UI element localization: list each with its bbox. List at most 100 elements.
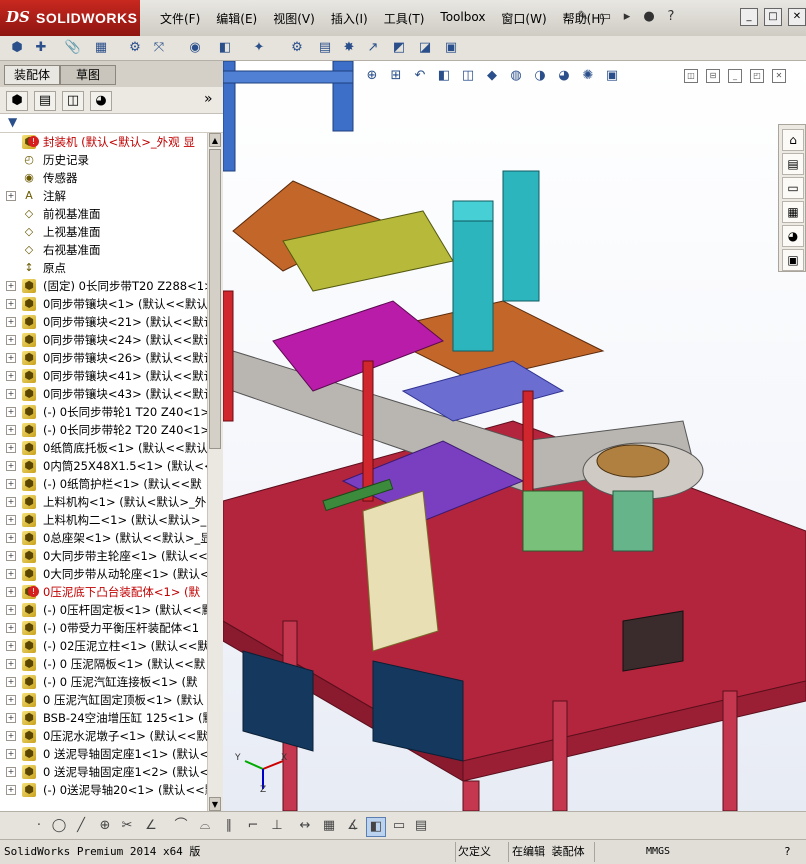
tree-item[interactable]: + ⬢ 0大同步带主轮座<1> (默认<<默 (0, 547, 207, 565)
tree-item[interactable]: ◇ 上视基准面 (0, 223, 207, 241)
reference-geometry-icon[interactable]: ✦ (250, 39, 268, 57)
expand-toggle-icon[interactable]: + (6, 335, 16, 345)
rebuild-icon[interactable]: ● (640, 8, 658, 26)
design-library-icon[interactable]: ▤ (782, 153, 804, 175)
menu-edit[interactable]: 编辑(E) (208, 10, 265, 27)
expand-toggle-icon[interactable]: + (6, 569, 16, 579)
menu-window[interactable]: 窗口(W) (493, 10, 554, 27)
tree-item[interactable]: + ⬢ 0内筒25X48X1.5<1> (默认<<默 (0, 457, 207, 475)
menu-toolbox[interactable]: Toolbox (432, 10, 493, 27)
unit-system[interactable]: MMGS (646, 843, 670, 861)
tree-item[interactable]: ◴ 历史记录 (0, 151, 207, 169)
menu-view[interactable]: 视图(V) (265, 10, 323, 27)
insert-component-icon[interactable]: ✚ (32, 39, 50, 57)
expand-toggle-icon[interactable]: + (6, 371, 16, 381)
clearance-verification-icon[interactable]: ◪ (416, 39, 434, 57)
expand-toggle-icon[interactable]: + (6, 317, 16, 327)
expand-toggle-icon[interactable]: + (6, 641, 16, 651)
tree-item[interactable]: + ⬢ 0同步带镶块<1> (默认<<默认> (0, 295, 207, 313)
expand-toggle-icon[interactable]: + (6, 515, 16, 525)
menu-insert[interactable]: 插入(I) (323, 10, 376, 27)
expand-toggle-icon[interactable]: + (6, 605, 16, 615)
scroll-down-icon[interactable]: ▼ (209, 797, 221, 811)
exploded-view-icon[interactable]: ✸ (340, 39, 358, 57)
view-palette-icon[interactable]: ▦ (782, 201, 804, 223)
scroll-up-icon[interactable]: ▲ (209, 133, 221, 147)
tree-item[interactable]: + ⬢ 0 送泥导轴固定座1<1> (默认< (0, 745, 207, 763)
expand-toggle-icon[interactable]: + (6, 659, 16, 669)
tree-item[interactable]: + ⬢ BSB-24空油增压缸 125<1> (默 (0, 709, 207, 727)
line-icon[interactable]: ╱ (72, 817, 90, 835)
layout-icon[interactable]: ▭ (390, 817, 408, 835)
file-explorer-icon[interactable]: ▭ (782, 177, 804, 199)
tree-item[interactable]: + ⬢ (-) 0长同步带轮1 T20 Z40<1> (0, 403, 207, 421)
table-icon[interactable]: ▤ (412, 817, 430, 835)
expand-toggle-icon[interactable]: + (6, 353, 16, 363)
tree-item[interactable]: + ⬢ 0同步带镶块<26> (默认<<默认 (0, 349, 207, 367)
bill-of-materials-icon[interactable]: ▤ (316, 39, 334, 57)
custom-properties-icon[interactable]: ▣ (782, 249, 804, 271)
tree-item[interactable]: + ⬢ 0同步带镶块<24> (默认<<默认 (0, 331, 207, 349)
tree-filter[interactable]: ▼ (0, 114, 223, 133)
arc-icon[interactable]: ⌒ (172, 817, 190, 835)
tangent-arc-icon[interactable]: ⌓ (196, 817, 214, 835)
tree-item[interactable]: + ⬢ 0 压泥汽缸固定顶板<1> (默认 (0, 691, 207, 709)
explode-line-sketch-icon[interactable]: ↗ (364, 39, 382, 57)
point-icon[interactable]: · (30, 817, 48, 835)
menu-file[interactable]: 文件(F) (152, 10, 208, 27)
configuration-manager-tab-icon[interactable]: ◫ (62, 91, 84, 111)
expand-toggle-icon[interactable]: + (6, 389, 16, 399)
circle-icon[interactable]: ◯ (50, 817, 68, 835)
property-manager-tab-icon[interactable]: ▤ (34, 91, 56, 111)
expand-toggle-icon[interactable]: + (6, 281, 16, 291)
tree-item[interactable]: + ⬢ 0同步带镶块<41> (默认<<默认 (0, 367, 207, 385)
trim-icon[interactable]: ✂ (118, 817, 136, 835)
feature-manager-tab-icon[interactable]: ⬢ (6, 91, 28, 111)
solidworks-logo[interactable]: DS SOLIDWORKS (0, 0, 140, 36)
scroll-thumb[interactable] (209, 149, 221, 449)
tree-item[interactable]: + ⬢ (-) 0 压泥汽缸连接板<1> (默 (0, 673, 207, 691)
tree-item[interactable]: + ⬢ 0同步带镶块<21> (默认<<默认 (0, 313, 207, 331)
minimize-icon[interactable]: _ (740, 8, 758, 26)
open-icon[interactable]: ▸ (618, 8, 636, 26)
tree-item[interactable]: + ⬢ 0总座架<1> (默认<<默认>_显示 (0, 529, 207, 547)
tree-item[interactable]: ⬢!封装机 (默认<默认>_外观 显 (0, 133, 207, 151)
expand-toggle-icon[interactable]: + (6, 587, 16, 597)
tree-item[interactable]: + ⬢ (-) 02压泥立柱<1> (默认<<默认 (0, 637, 207, 655)
tree-item[interactable]: + ⬢ 0纸筒底托板<1> (默认<<默认> (0, 439, 207, 457)
expand-toggle-icon[interactable]: + (6, 407, 16, 417)
mate-icon[interactable]: 📎 (64, 39, 82, 57)
tree-item[interactable]: + ⬢ 0同步带镶块<43> (默认<<默认 (0, 385, 207, 403)
expand-toggle-icon[interactable]: + (6, 767, 16, 777)
parallel-icon[interactable]: ∥ (220, 817, 238, 835)
expand-toggle-icon[interactable]: + (6, 443, 16, 453)
corner-icon[interactable]: ⌐ (244, 817, 262, 835)
tree-item[interactable]: + ⬢ 0 送泥导轴固定座1<2> (默认< (0, 763, 207, 781)
expand-toggle-icon[interactable]: + (6, 533, 16, 543)
tree-item[interactable]: ◇ 右视基准面 (0, 241, 207, 259)
menu-tools[interactable]: 工具(T) (376, 10, 433, 27)
tab-assembly[interactable]: 装配体 (4, 65, 60, 85)
tree-item[interactable]: +⬢!0压泥底下凸台装配体<1> (默 (0, 583, 207, 601)
circle-center-icon[interactable]: ⊕ (96, 817, 114, 835)
expand-toggle-icon[interactable]: + (6, 497, 16, 507)
new-motion-study-icon[interactable]: ⚙ (288, 39, 306, 57)
tab-sketch[interactable]: 草图 (60, 65, 116, 85)
show-hidden-icon[interactable]: ◉ (186, 39, 204, 57)
interference-detection-icon[interactable]: ◩ (390, 39, 408, 57)
expand-toggle-icon[interactable]: + (6, 695, 16, 705)
expand-toggle-icon[interactable]: + (6, 551, 16, 561)
tree-item[interactable]: ◉ 传感器 (0, 169, 207, 187)
graphics-area[interactable]: ⊕ ⊞ ↶ ◧ ◫ ◆ ◍ ◑ ◕ ✺ ▣ ◫ ⊟ _ ◰ ✕ ⌂ ▤ ▭ ▦ … (223, 61, 806, 811)
move-component-icon[interactable]: ⤧ (150, 39, 168, 57)
filter-icon[interactable]: ▼ (8, 115, 17, 129)
tree-item[interactable]: + ⬢ 0压泥水泥墩子<1> (默认<<默认 (0, 727, 207, 745)
perpendicular-icon[interactable]: ⊥ (268, 817, 286, 835)
expand-toggle-icon[interactable]: + (6, 785, 16, 795)
status-help-icon[interactable]: ? (784, 843, 791, 861)
appearances-icon[interactable]: ◕ (782, 225, 804, 247)
expand-toggle-icon[interactable]: + (6, 299, 16, 309)
expand-panel-icon[interactable]: » (204, 91, 213, 107)
expand-toggle-icon[interactable]: + (6, 191, 16, 201)
help-icon[interactable]: ? (662, 8, 680, 26)
